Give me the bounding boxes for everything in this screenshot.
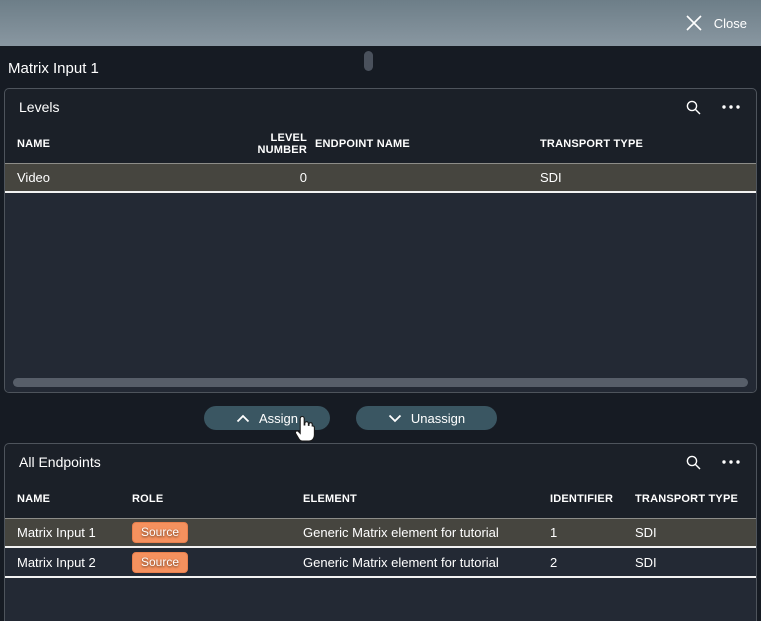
column-header-transport-type: TRANSPORT TYPE	[540, 138, 644, 150]
levels-table-body: Video 0 SDI	[5, 163, 756, 392]
cell-level-number: 0	[299, 170, 307, 185]
cell-transport-type: SDI	[635, 554, 657, 570]
column-header-name: NAME	[17, 493, 51, 505]
cell-role: Source	[132, 522, 303, 543]
unassign-label: Unassign	[410, 410, 466, 426]
endpoints-table-body: Matrix Input 1 Source Generic Matrix ele…	[5, 518, 756, 621]
all-endpoints-panel: All Endpoints NAME ROLE ELEMENT IDENTIFI…	[4, 443, 757, 621]
close-label: Close	[713, 15, 747, 31]
cell-transport-type: SDI	[635, 525, 657, 540]
chevron-up-icon	[236, 414, 250, 423]
levels-panel-title: Levels	[19, 99, 60, 115]
table-row[interactable]: Video 0 SDI	[5, 163, 756, 193]
cell-element: Generic Matrix element for tutorial	[303, 525, 499, 540]
close-button[interactable]: Close	[685, 14, 747, 32]
column-header-transport-type: TRANSPORT TYPE	[635, 493, 739, 505]
page-title: Matrix Input 1	[8, 60, 99, 77]
cell-name: Matrix Input 2	[17, 554, 96, 570]
chevron-down-icon	[388, 414, 402, 423]
column-header-endpoint-name: ENDPOINT NAME	[315, 138, 410, 150]
cell-identifier: 2	[550, 554, 558, 570]
drag-handle[interactable]	[364, 51, 373, 71]
table-row[interactable]: Matrix Input 2 Source Generic Matrix ele…	[5, 548, 756, 578]
levels-panel: Levels NAME LEVEL NUMBER ENDPOINT NAME T…	[4, 88, 757, 393]
search-icon[interactable]	[682, 451, 704, 473]
assign-label: Assign	[258, 410, 299, 426]
endpoints-column-headers: NAME ROLE ELEMENT IDENTIFIER TRANSPORT T…	[5, 480, 756, 518]
search-icon[interactable]	[682, 96, 704, 118]
column-header-element: ELEMENT	[303, 493, 357, 505]
actions-row: Assign Unassign	[0, 406, 761, 430]
ellipsis-icon[interactable]	[720, 96, 742, 118]
column-header-level-number: LEVEL NUMBER	[257, 132, 307, 156]
cell-role: Source	[132, 551, 303, 573]
column-header-role: ROLE	[132, 493, 164, 505]
endpoints-panel-header: All Endpoints	[5, 444, 756, 480]
assign-button[interactable]: Assign	[204, 406, 330, 430]
cell-element: Generic Matrix element for tutorial	[303, 554, 499, 570]
role-badge: Source	[132, 551, 189, 573]
topbar: Close	[0, 0, 761, 46]
levels-column-headers: NAME LEVEL NUMBER ENDPOINT NAME TRANSPOR…	[5, 125, 756, 163]
role-badge: Source	[132, 522, 189, 543]
unassign-button[interactable]: Unassign	[356, 406, 497, 430]
cell-name: Matrix Input 1	[17, 525, 96, 540]
column-header-identifier: IDENTIFIER	[550, 493, 614, 505]
cell-name: Video	[17, 170, 51, 185]
column-header-name: NAME	[17, 138, 51, 150]
levels-panel-header: Levels	[5, 89, 756, 125]
cell-transport-type: SDI	[540, 170, 562, 185]
ellipsis-icon[interactable]	[720, 451, 742, 473]
table-row[interactable]: Matrix Input 1 Source Generic Matrix ele…	[5, 518, 756, 548]
horizontal-scrollbar[interactable]	[13, 378, 748, 387]
endpoints-panel-title: All Endpoints	[19, 454, 101, 470]
cell-identifier: 1	[550, 525, 558, 540]
close-icon	[685, 14, 703, 32]
